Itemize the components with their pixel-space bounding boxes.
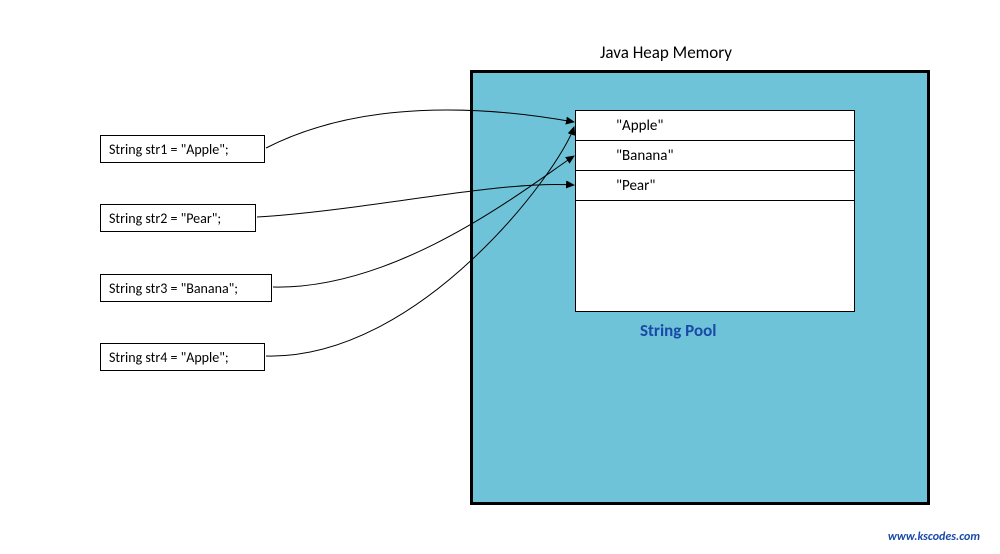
pool-entry-apple: "Apple": [576, 111, 854, 141]
watermark: www.kscodes.com: [888, 530, 980, 544]
pool-entry-empty: [576, 201, 854, 311]
declaration-str1: String str1 = "Apple";: [100, 135, 265, 163]
declaration-code: String str2 = "Pear";: [109, 210, 221, 227]
declaration-code: String str1 = "Apple";: [109, 141, 229, 158]
declaration-str4: String str4 = "Apple";: [100, 343, 265, 371]
declaration-str2: String str2 = "Pear";: [100, 204, 256, 232]
heap-title: Java Heap Memory: [600, 42, 732, 63]
string-pool-box: "Apple" "Banana" "Pear": [575, 110, 855, 312]
pool-entry-pear: "Pear": [576, 171, 854, 201]
declaration-code: String str3 = "Banana";: [109, 280, 238, 297]
declaration-str3: String str3 = "Banana";: [100, 274, 272, 302]
pool-entry-banana: "Banana": [576, 141, 854, 171]
pool-label: String Pool: [640, 320, 716, 341]
declaration-code: String str4 = "Apple";: [109, 349, 229, 366]
